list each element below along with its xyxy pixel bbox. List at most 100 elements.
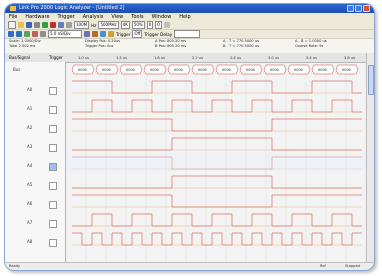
new-file-icon[interactable] [8, 21, 16, 29]
trigger-delay-field[interactable] [174, 30, 201, 38]
signal-name: A7 [27, 220, 33, 225]
waveform-area[interactable]: 1.0 us 1.4 us 1.8 us 2.2 us 2.6 us 3.0 us 3.4 … [66, 53, 366, 262]
status-ready: Ready [9, 264, 21, 268]
window-title: Link Pro 2000 Logic Analyzer - [Untitled… [19, 5, 125, 11]
signal-waveform [72, 213, 362, 227]
edge-trigger-icon[interactable] [49, 182, 57, 190]
menu-tools[interactable]: Tools [131, 13, 143, 21]
status-ref: Ref [320, 264, 326, 268]
sample-rate-field[interactable]: 100M [74, 21, 90, 29]
zoom-in-icon[interactable] [8, 31, 14, 37]
menu-window[interactable]: Window [152, 13, 172, 21]
bus-value: 0000 [78, 68, 87, 72]
menu-file[interactable]: File [9, 13, 17, 21]
app-icon [10, 6, 16, 11]
menu-trigger[interactable]: Trigger [58, 13, 75, 21]
signal-list: Bus A0 A1 A2 A3 A4 A5 A6 A7 A8 [5, 62, 66, 262]
signal-waveform [72, 175, 362, 189]
cursor-field[interactable]: 0 [155, 21, 162, 29]
trigger-label: Trigger [116, 31, 131, 37]
horizontal-scrollbar[interactable]: Ready Ref Stopped [5, 262, 374, 270]
app-window: Link Pro 2000 Logic Analyzer - [Untitled… [4, 3, 375, 271]
time-tick-label: 1.0 us [78, 56, 89, 60]
menu-analysis[interactable]: Analysis [83, 13, 104, 21]
bookmark-icon[interactable] [92, 31, 98, 37]
signal-name: A5 [27, 182, 33, 187]
cursor-a-icon[interactable] [24, 31, 30, 37]
edge-trigger-icon[interactable] [49, 201, 57, 209]
edge-trigger-icon[interactable] [49, 220, 57, 228]
export-icon[interactable] [100, 31, 106, 37]
single-shot-icon[interactable] [58, 22, 64, 28]
minimize-button[interactable] [347, 5, 354, 12]
open-folder-icon[interactable] [18, 22, 24, 28]
signal-waveform [72, 137, 362, 151]
menu-bar: File Hardware Trigger Analysis View Tool… [5, 13, 374, 21]
settings-icon[interactable] [66, 22, 72, 28]
time-tick-label: 3.8 us [344, 56, 355, 60]
edge-trigger-icon[interactable] [49, 106, 57, 114]
menu-hardware[interactable]: Hardware [25, 13, 49, 21]
print-icon[interactable] [34, 22, 40, 28]
cursor-b-icon[interactable] [32, 31, 38, 37]
bus-value: 000A [246, 68, 256, 72]
edge-trigger-icon[interactable] [49, 239, 57, 247]
stop-icon[interactable] [50, 22, 56, 28]
bus-value: 0000 [174, 68, 183, 72]
trigger-header: Trigger [49, 55, 63, 60]
signal-name: A2 [27, 125, 33, 130]
signal-waveform [72, 118, 362, 132]
signal-waveform [72, 194, 362, 208]
view-toolbar: 5.0 nS/Div Trigger Off Trigger Delay [5, 30, 374, 39]
edge-trigger-icon[interactable] [49, 144, 57, 152]
time-ruler [66, 53, 366, 62]
trigger-delay-label: Trigger Delay [144, 31, 173, 37]
menu-help[interactable]: Help [179, 13, 190, 21]
time-div-field[interactable]: 5.0 nS/Div [48, 30, 82, 38]
title-bar: Link Pro 2000 Logic Analyzer - [Untitled… [5, 4, 374, 13]
vertical-scrollbar[interactable] [366, 53, 374, 262]
memory-field[interactable]: 500MHz [98, 21, 119, 29]
close-button[interactable] [363, 5, 370, 12]
edge-trigger-icon[interactable] [49, 163, 57, 171]
zoom-field[interactable]: 50% [131, 21, 145, 29]
signal-name: A0 [27, 87, 33, 92]
vertical-scroll-thumb[interactable] [368, 65, 374, 95]
range-text: Coarse Rate: 9s [295, 44, 324, 48]
bus-value: 0000 [126, 68, 135, 72]
depth-field[interactable]: 4K [120, 21, 130, 29]
status-stopped: Stopped [345, 264, 360, 268]
sample-unit-label: Hz [91, 22, 97, 28]
main-toolbar: 100M Hz 500MHz 4K 50% 0 0 [5, 21, 374, 30]
trigger-field[interactable]: Off [132, 30, 143, 38]
bus-value: 0000 [222, 68, 231, 72]
search-icon[interactable] [84, 31, 90, 37]
b-pos-text: B Pos: 805.20 ms [155, 44, 187, 48]
page-field[interactable]: 0 [146, 21, 154, 29]
maximize-button[interactable] [355, 5, 362, 12]
time-tick-label: 3.0 us [268, 56, 279, 60]
bus-name: Bus [13, 67, 21, 72]
time-tick-label: 1.8 us [154, 56, 165, 60]
signal-waveform [72, 99, 362, 113]
signal-name: A6 [27, 201, 33, 206]
run-icon[interactable] [42, 22, 48, 28]
time-tick-label: 2.6 us [230, 56, 241, 60]
grid-icon[interactable] [40, 31, 46, 37]
edge-trigger-icon[interactable] [49, 125, 57, 133]
bus-signal-header: Bus/Signal [9, 55, 30, 60]
signal-name: A4 [27, 163, 33, 168]
bus-value: 0000 [198, 68, 207, 72]
bus-value: 0000 [342, 68, 351, 72]
measure-icon[interactable] [108, 31, 114, 37]
save-icon[interactable] [26, 22, 32, 28]
help-icon[interactable] [163, 22, 170, 28]
total-text: Total 2.002 ms [9, 44, 36, 48]
measurement-info: Scale: 1.0000/Div Total 2.002 ms Display… [5, 39, 374, 54]
edge-trigger-icon[interactable] [49, 87, 57, 95]
menu-view[interactable]: View [111, 13, 123, 21]
zoom-out-icon[interactable] [16, 31, 22, 37]
time-tick-label: 3.4 us [306, 56, 317, 60]
signal-name: A3 [27, 144, 33, 149]
bus-value: 0000 [102, 68, 111, 72]
